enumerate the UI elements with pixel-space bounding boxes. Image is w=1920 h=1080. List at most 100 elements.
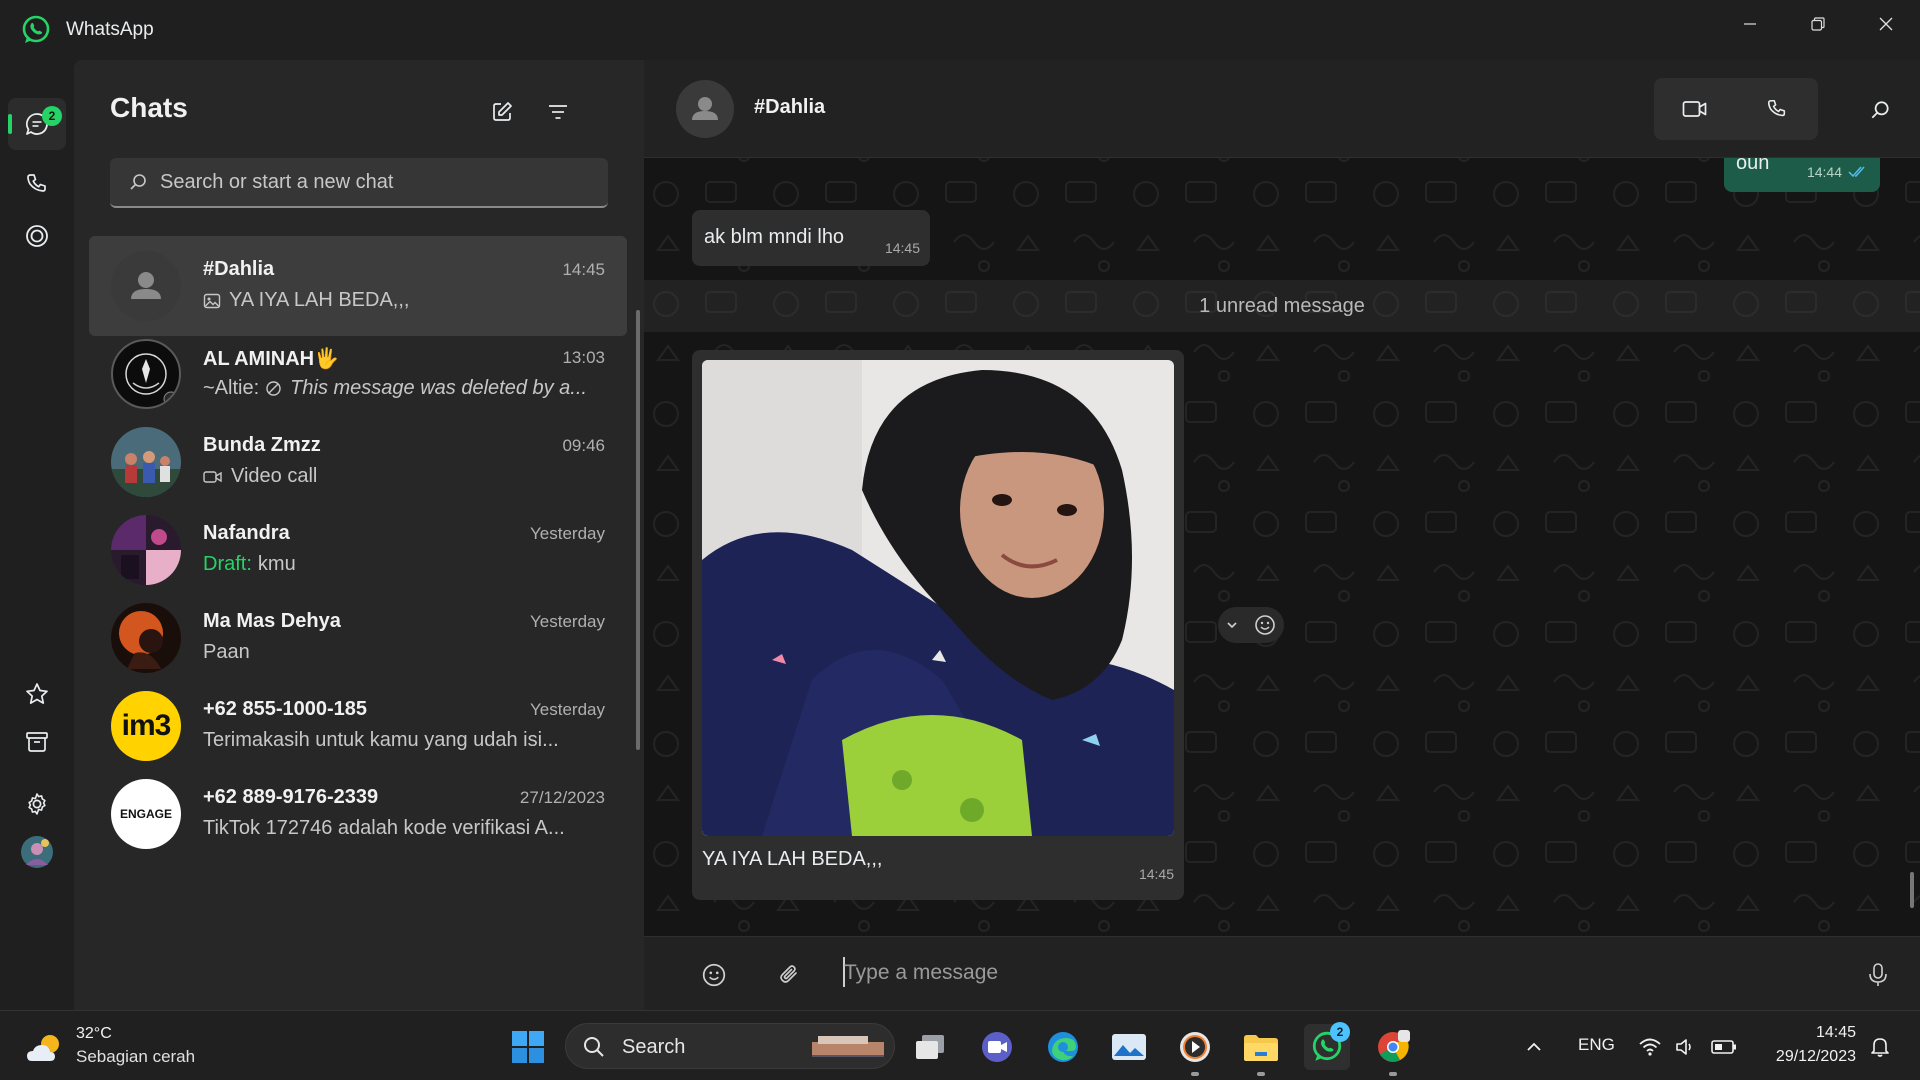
close-icon (1879, 17, 1893, 31)
rail-archived-button[interactable] (8, 716, 66, 768)
chat-preview: Draft: kmu (203, 553, 603, 576)
message-input[interactable]: Type a message (844, 961, 998, 985)
im3-logo: im3 (121, 709, 172, 742)
new-chat-button[interactable] (484, 94, 520, 130)
wifi-status[interactable] (1632, 1024, 1668, 1070)
message-time: 14:45 (884, 240, 920, 256)
chat-preview-text: Terimakasih untuk kamu yang udah isi... (203, 729, 559, 751)
whatsapp-logo-icon (22, 15, 50, 43)
chat-name: Ma Mas Dehya (203, 610, 341, 632)
chat-preview-text: TikTok 172746 adalah kode verifikasi A..… (203, 817, 565, 839)
chat-list-scrollbar[interactable] (636, 310, 640, 750)
whatsapp-unread-badge: 2 (1330, 1022, 1350, 1042)
battery-status[interactable] (1706, 1024, 1742, 1070)
compose-icon (493, 102, 512, 121)
chat-preview: Paan (203, 641, 603, 664)
microphone-icon (1869, 963, 1887, 986)
search-messages-button[interactable] (1862, 92, 1898, 128)
taskbar-chrome[interactable] (1370, 1024, 1416, 1076)
taskbar-media-player[interactable] (1172, 1024, 1218, 1076)
chevron-up-icon (1527, 1042, 1541, 1051)
chat-preview-sender: ~Altie: (203, 377, 260, 399)
profile-avatar-icon (21, 836, 53, 868)
chat-time: 13:03 (562, 348, 605, 367)
chat-item-nafandra[interactable]: Nafandra Yesterday Draft: kmu (89, 500, 627, 600)
show-hidden-icons-button[interactable] (1516, 1024, 1552, 1070)
taskbar-photos-app[interactable] (1106, 1024, 1152, 1070)
emoji-button[interactable] (696, 957, 732, 993)
restore-button[interactable] (1784, 0, 1852, 48)
chevron-down-icon[interactable] (1225, 618, 1239, 632)
outgoing-message[interactable]: oun 14:44 (1724, 152, 1880, 192)
chat-time: 09:46 (562, 436, 605, 455)
photo-avatar-icon (111, 427, 181, 497)
rail-starred-button[interactable] (8, 668, 66, 720)
message-time: 14:45 (1138, 866, 1174, 882)
profile-avatar[interactable] (8, 826, 66, 878)
image-caption: YA IYA LAH BEDA,,, (702, 848, 883, 870)
contact-avatar[interactable] (676, 80, 734, 138)
taskbar-search[interactable]: Search (565, 1023, 895, 1069)
taskbar-whatsapp[interactable]: 2 (1304, 1022, 1350, 1070)
chat-item-im3[interactable]: im3 +62 855-1000-185 Yesterday Terimakas… (89, 676, 627, 776)
windows-start-icon (512, 1031, 544, 1063)
chat-item-engage[interactable]: ENGAGE +62 889-9176-2339 27/12/2023 TikT… (89, 764, 627, 864)
taskbar-meet-app[interactable] (974, 1024, 1020, 1070)
avatar (111, 251, 181, 321)
video-call-button[interactable] (1654, 78, 1736, 140)
chat-item-bunda-zmzz[interactable]: Bunda Zmzz 09:46 Video call (89, 412, 627, 512)
avatar (111, 515, 181, 585)
video-chat-app-icon (982, 1032, 1012, 1062)
search-icon (130, 174, 146, 190)
input-language[interactable]: ENG (1578, 1035, 1615, 1055)
volume-status[interactable] (1668, 1024, 1704, 1070)
voice-message-button[interactable] (1860, 957, 1896, 993)
filter-chats-button[interactable] (540, 94, 576, 130)
message-time: 14:44 (1806, 164, 1842, 180)
chat-item-dahlia[interactable]: #Dahlia 14:45 YA IYA LAH BEDA,,, (89, 236, 627, 336)
chat-name: Bunda Zmzz (203, 434, 321, 456)
engage-logo: ENGAGE (119, 807, 172, 821)
chat-item-ma-mas-dehya[interactable]: Ma Mas Dehya Yesterday Paan (89, 588, 627, 688)
chat-name: #Dahlia (203, 258, 275, 280)
message-photo[interactable] (702, 360, 1174, 836)
title-bar: WhatsApp (0, 0, 1920, 60)
chat-search-input[interactable]: Search or start a new chat (110, 158, 608, 208)
rail-chats-button[interactable]: 2 (8, 98, 66, 150)
taskbar: 32°C Sebagian cerah Search 2 ENG 14:45 2… (0, 1010, 1920, 1080)
chat-item-al-aminah[interactable]: AL AMINAH🖐 13:03 ~Altie: This message wa… (89, 324, 627, 424)
avatar: ENGAGE (111, 779, 181, 849)
rail-settings-button[interactable] (8, 778, 66, 830)
voice-call-button[interactable] (1736, 78, 1818, 140)
taskbar-file-explorer[interactable] (1238, 1024, 1284, 1076)
attach-button[interactable] (772, 957, 808, 993)
taskbar-edge-browser[interactable] (1040, 1024, 1086, 1070)
archive-icon (26, 732, 48, 752)
gear-icon (28, 793, 46, 815)
read-receipt-icon (1848, 166, 1865, 178)
notifications-button[interactable] (1862, 1024, 1898, 1070)
chat-time: 27/12/2023 (519, 788, 605, 807)
draft-label: Draft: (203, 553, 252, 575)
minimize-button[interactable] (1716, 0, 1784, 48)
weather-widget[interactable]: 32°C Sebagian cerah (24, 1023, 224, 1069)
weather-description: Sebagian cerah (76, 1047, 196, 1066)
incoming-message[interactable]: ak blm mndi lho 14:45 (692, 210, 930, 266)
react-emoji-icon[interactable] (1253, 613, 1277, 637)
chat-preview: TikTok 172746 adalah kode verifikasi A..… (203, 817, 603, 840)
filter-icon (549, 105, 567, 119)
avatar (111, 603, 181, 673)
task-view-button[interactable] (907, 1024, 953, 1070)
close-button[interactable] (1852, 0, 1920, 48)
conversation-scrollbar[interactable] (1910, 872, 1914, 908)
start-button[interactable] (505, 1024, 551, 1070)
rail-calls-button[interactable] (8, 158, 66, 210)
edge-browser-icon (1048, 1032, 1078, 1062)
rail-status-button[interactable] (8, 210, 66, 262)
incoming-image-message[interactable]: YA IYA LAH BEDA,,, 14:45 (692, 350, 1184, 900)
system-clock[interactable]: 14:45 29/12/2023 (1760, 1021, 1856, 1069)
nav-rail: 2 (0, 60, 74, 1010)
chat-list-panel: Chats Search or start a new chat #Dahlia… (74, 60, 644, 1010)
battery-icon (1711, 1040, 1736, 1054)
contact-name[interactable]: #Dahlia (754, 96, 825, 119)
